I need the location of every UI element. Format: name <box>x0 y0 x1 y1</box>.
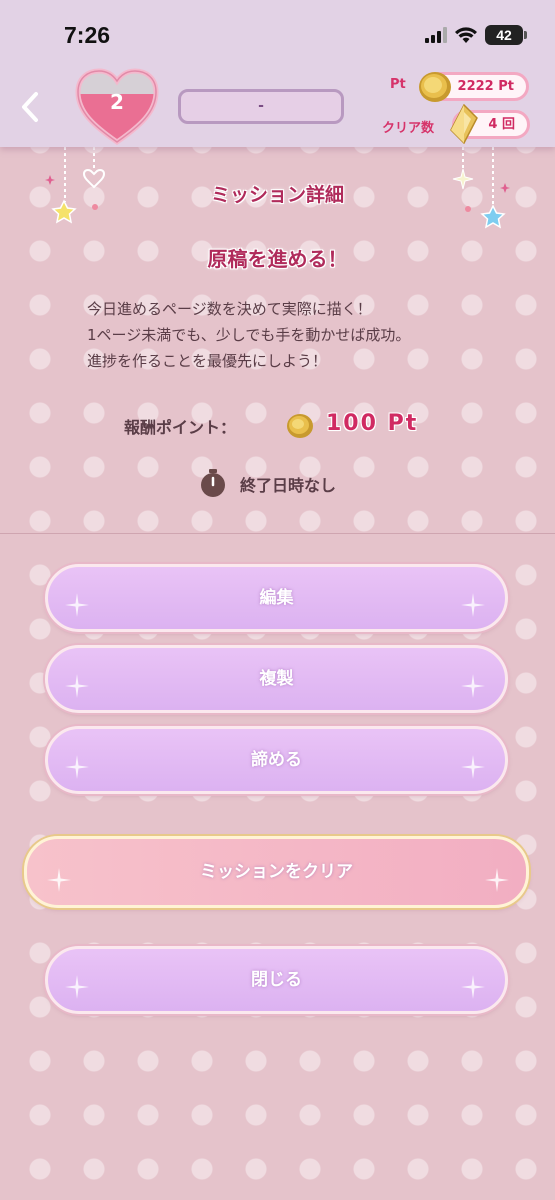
deadline-text: 終了日時なし <box>240 476 337 495</box>
mission-title: 原稿を進める！ <box>207 247 348 271</box>
status-time: 7:26 <box>64 22 111 48</box>
back-chevron-icon[interactable] <box>16 90 46 124</box>
modal-heading: ミッション詳細 <box>210 184 344 206</box>
clear-count-label: クリア数 <box>382 121 435 136</box>
close-button-label: 閉じる <box>251 970 302 990</box>
reward-value: 100 Pt <box>326 411 419 436</box>
crystal-icon <box>450 104 478 144</box>
battery-indicator: 42 <box>485 25 527 45</box>
heart-count: 2 <box>110 90 124 114</box>
duplicate-button[interactable]: 複製 <box>45 645 508 713</box>
clear-mission-button-label: ミッションをクリア <box>200 862 353 882</box>
clear-mission-button[interactable]: ミッションをクリア <box>24 836 529 908</box>
top-header: 7:26 42 2 - Pt 2222 Pt クリア数 4 回 <box>0 0 555 147</box>
description-line: 今日進めるページ数を決めて実際に描く！ <box>87 300 372 318</box>
duplicate-button-label: 複製 <box>259 669 294 689</box>
description-line: 1ページ未満でも、少しでも手を動かせば成功。 <box>87 326 411 344</box>
divider <box>0 533 555 534</box>
points-label: Pt <box>390 77 406 92</box>
give-up-button-label: 諦める <box>251 750 302 770</box>
mission-name-field[interactable]: - <box>178 89 344 124</box>
status-icons: 42 <box>425 25 527 45</box>
close-button[interactable]: 閉じる <box>45 946 508 1014</box>
wifi-icon <box>455 26 477 43</box>
mission-description: 今日進めるページ数を決めて実際に描く！ 1ページ未満でも、少しでも手を動かせば成… <box>87 296 507 374</box>
timer-icon <box>201 469 225 497</box>
reward-label: 報酬ポイント： <box>124 418 237 437</box>
edit-button-label: 編集 <box>259 588 294 608</box>
coin-icon <box>287 414 313 438</box>
signal-icon <box>425 27 447 43</box>
give-up-button[interactable]: 諦める <box>45 726 508 794</box>
description-line: 進捗を作ることを最優先にしよう！ <box>87 352 328 370</box>
coin-icon <box>419 72 451 102</box>
edit-button[interactable]: 編集 <box>45 564 508 632</box>
